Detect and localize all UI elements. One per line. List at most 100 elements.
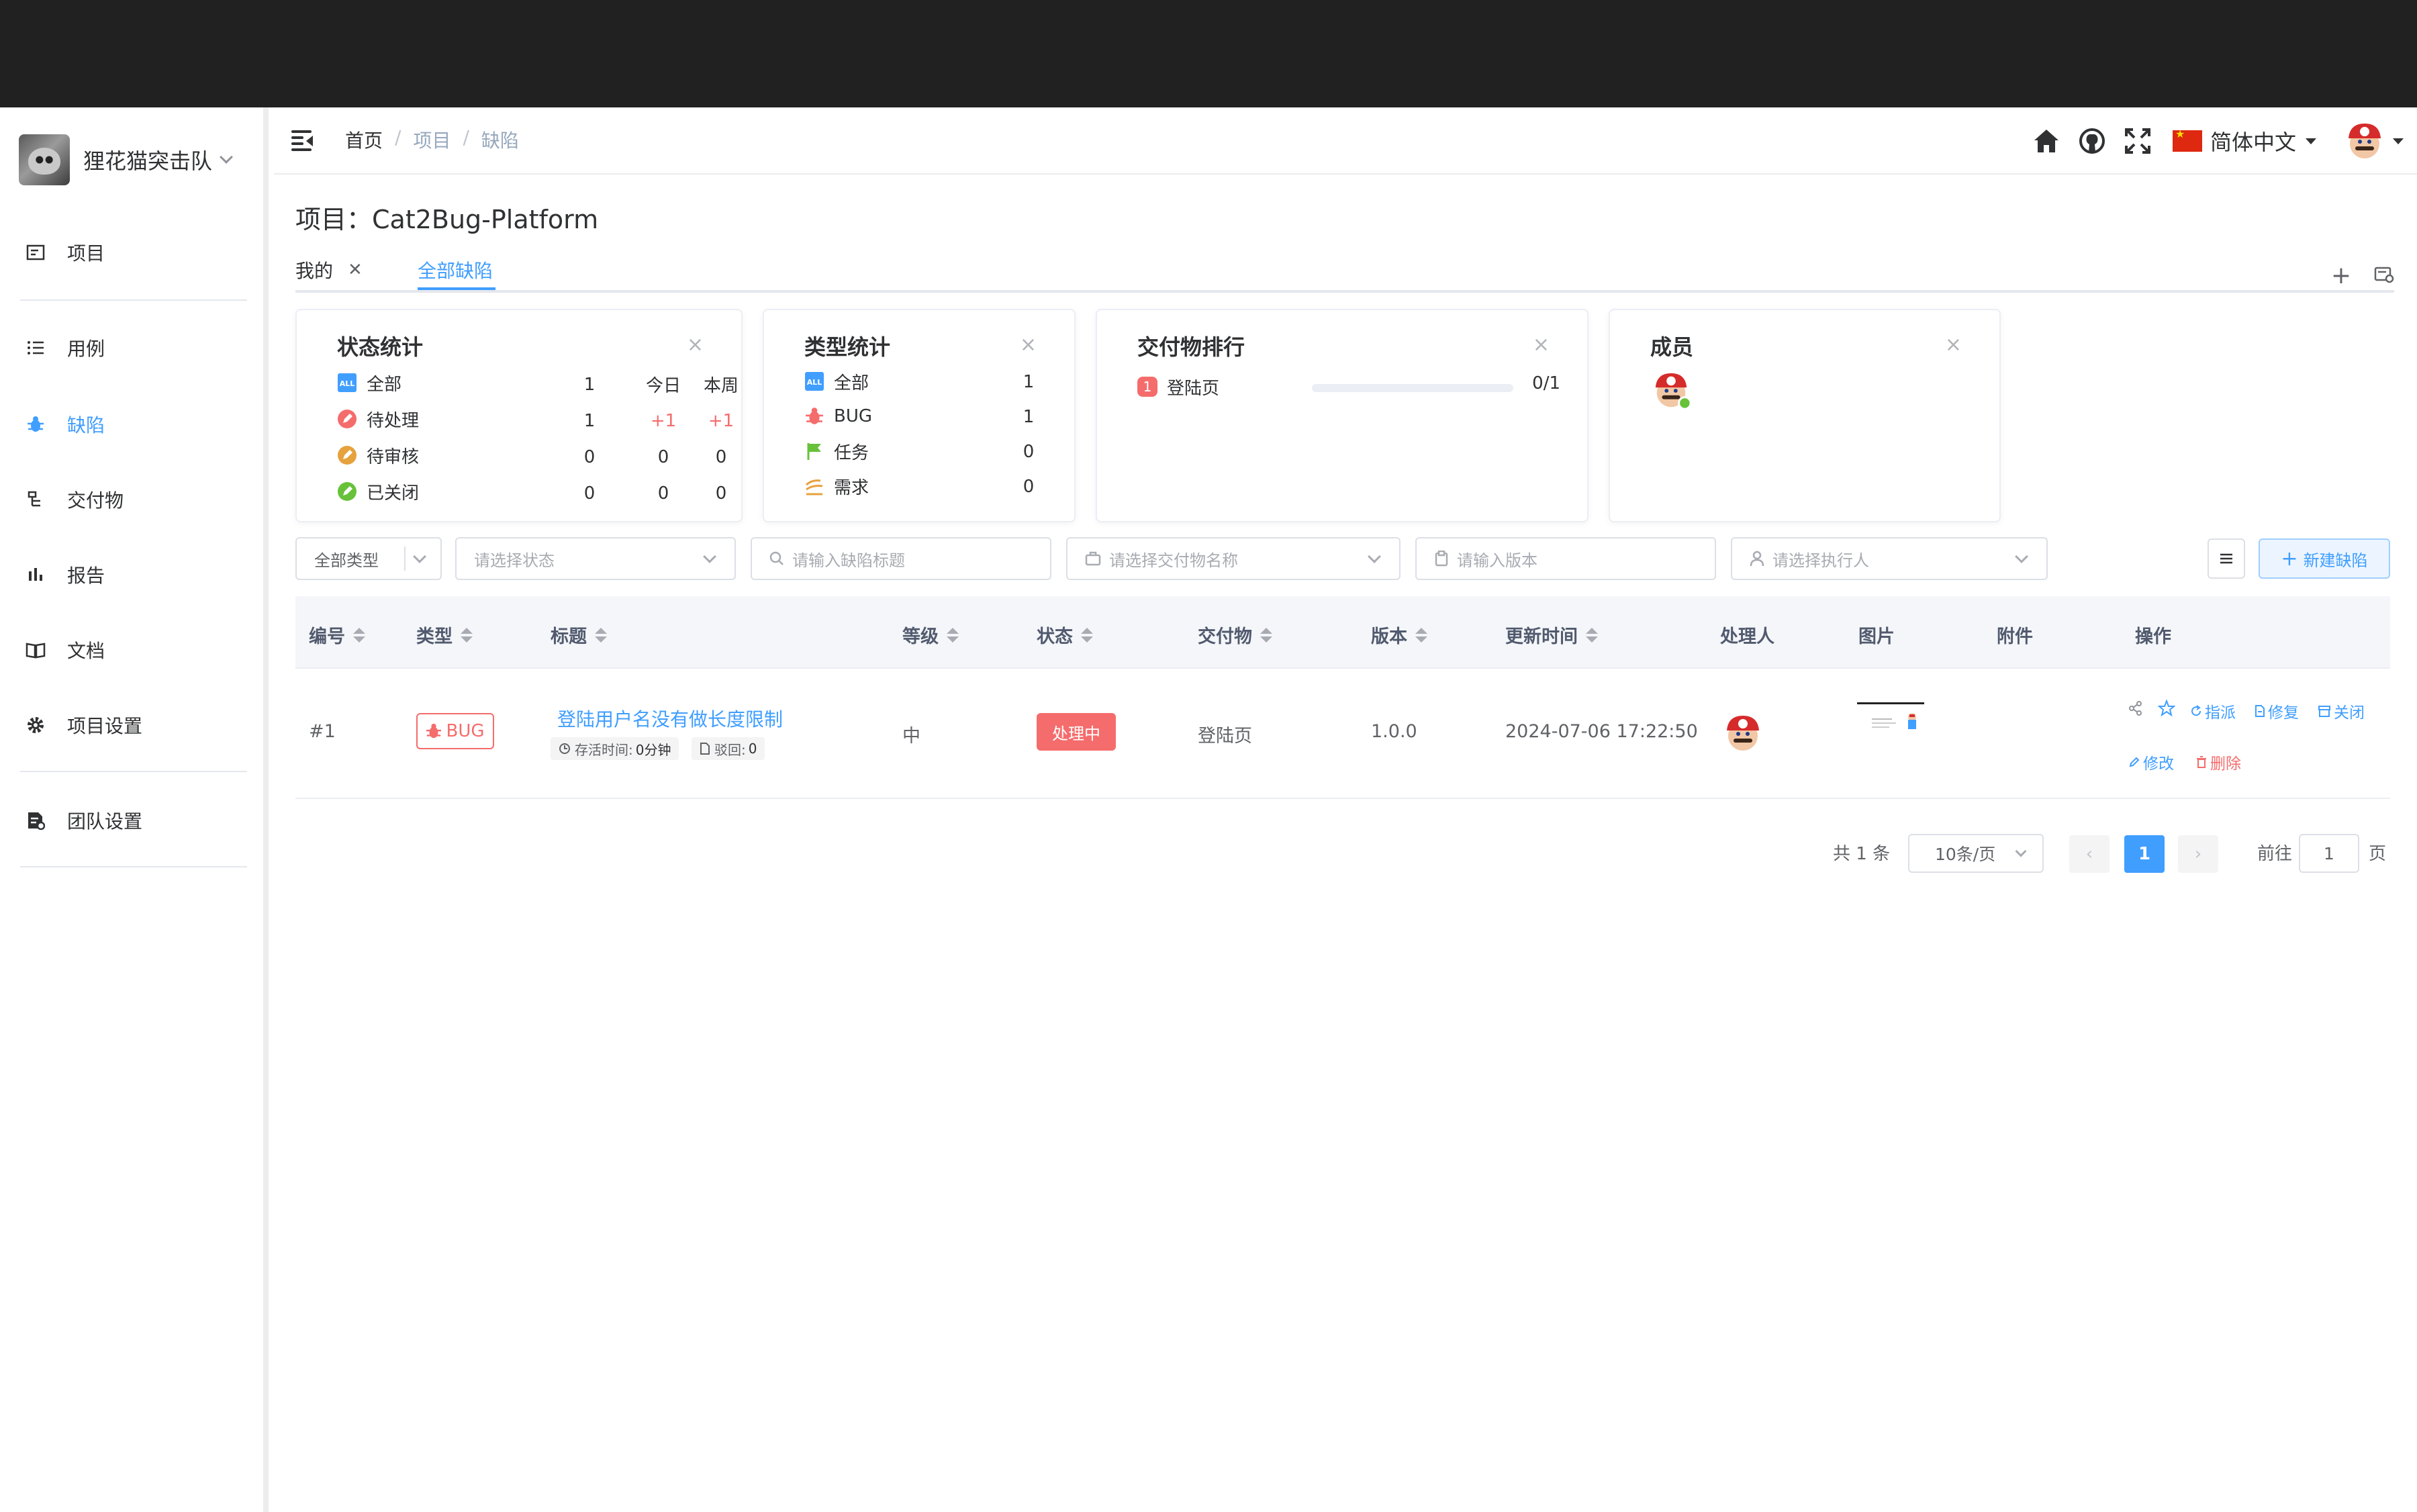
close-bug-button[interactable]: 关闭 bbox=[2318, 700, 2365, 722]
tab-label: 全部缺陷 bbox=[418, 260, 493, 282]
column-header-assignee: 处理人 bbox=[1720, 626, 1774, 647]
input-placeholder: 请输入缺陷标题 bbox=[792, 551, 905, 570]
type-label: BUG bbox=[834, 406, 873, 426]
assignee-select[interactable]: 请选择执行人 bbox=[1731, 537, 2048, 580]
sort-icon[interactable] bbox=[1260, 627, 1272, 643]
sort-icon[interactable] bbox=[1586, 627, 1598, 643]
sidebar-item-label: 用例 bbox=[67, 338, 105, 360]
breadcrumb-project[interactable]: 项目 bbox=[413, 126, 451, 153]
bug-title-link[interactable]: 登陆用户名没有做长度限制 bbox=[557, 705, 783, 732]
column-header-type[interactable]: 类型 bbox=[416, 622, 473, 648]
sort-icon[interactable] bbox=[353, 627, 365, 643]
status-select[interactable]: 请选择状态 bbox=[455, 537, 736, 580]
type-tag-label: BUG bbox=[446, 721, 485, 741]
assign-button[interactable]: 指派 bbox=[2190, 700, 2236, 722]
column-header-deliverable[interactable]: 交付物 bbox=[1198, 622, 1272, 648]
close-icon[interactable]: × bbox=[1020, 333, 1037, 357]
deliverable-ranking-card: 交付物排行 × 1 登陆页 0/1 bbox=[1096, 309, 1589, 522]
bug-icon bbox=[426, 723, 442, 739]
document-icon bbox=[2255, 705, 2265, 717]
type-label: 需求 bbox=[834, 477, 869, 498]
deliverable-rank-item[interactable]: 1 登陆页 bbox=[1137, 373, 1219, 400]
fix-button[interactable]: 修复 bbox=[2255, 700, 2299, 722]
status-total: 0 bbox=[583, 447, 596, 467]
tab-bar: 我的 ✕ 全部缺陷 + bbox=[295, 252, 2394, 293]
user-avatar[interactable] bbox=[2343, 120, 2386, 162]
column-header-updated[interactable]: 更新时间 bbox=[1505, 622, 1598, 648]
tab-settings-icon[interactable] bbox=[2374, 266, 2394, 286]
sidebar-item-label: 项目设置 bbox=[67, 715, 143, 737]
window-top-bar bbox=[0, 0, 2417, 107]
goto-prefix: 前往 bbox=[2257, 843, 2293, 864]
card-title: 成员 bbox=[1650, 334, 1694, 360]
bug-screenshot-thumbnail[interactable] bbox=[1857, 702, 1924, 740]
team-switcher[interactable]: 狸花猫突击队 bbox=[19, 134, 260, 185]
sort-icon[interactable] bbox=[461, 627, 473, 643]
page-size-select[interactable]: 10条/页 bbox=[1908, 834, 2044, 873]
share-icon[interactable] bbox=[2128, 701, 2143, 716]
star-icon[interactable] bbox=[2158, 700, 2175, 717]
column-header-status[interactable]: 状态 bbox=[1037, 622, 1093, 648]
goto-page-input[interactable]: 1 bbox=[2299, 834, 2359, 873]
close-icon[interactable]: × bbox=[687, 333, 704, 357]
breadcrumb-current: 缺陷 bbox=[481, 130, 519, 152]
sidebar-item-deliverables[interactable]: 交付物 bbox=[0, 475, 269, 524]
current-page-button[interactable]: 1 bbox=[2124, 835, 2165, 873]
col-header-week: 本周 bbox=[703, 376, 739, 396]
member-avatar[interactable] bbox=[1650, 369, 1692, 411]
select-placeholder: 请选择执行人 bbox=[1772, 551, 1869, 570]
input-placeholder: 请输入版本 bbox=[1457, 551, 1537, 570]
sidebar-item-team-settings[interactable]: 团队设置 bbox=[0, 796, 269, 845]
github-icon[interactable] bbox=[2077, 126, 2107, 156]
gear-icon bbox=[26, 715, 46, 735]
deliverable-select[interactable]: 请选择交付物名称 bbox=[1066, 537, 1401, 580]
delete-button[interactable]: 删除 bbox=[2195, 751, 2241, 773]
tab-mine[interactable]: 我的 ✕ bbox=[295, 256, 363, 283]
breadcrumb-home[interactable]: 首页 bbox=[345, 126, 383, 153]
home-icon[interactable] bbox=[2032, 126, 2061, 156]
next-page-button[interactable]: › bbox=[2178, 835, 2218, 873]
sidebar-item-bugs[interactable]: 缺陷 bbox=[0, 400, 269, 448]
status-today: +1 bbox=[650, 411, 677, 431]
bug-title-search-input[interactable]: 请输入缺陷标题 bbox=[751, 537, 1051, 580]
close-icon[interactable]: × bbox=[1533, 333, 1550, 357]
button-label: 新建缺陷 bbox=[2303, 551, 2368, 570]
sidebar-item-project[interactable]: 项目 bbox=[0, 228, 269, 277]
case-list-icon bbox=[26, 338, 46, 358]
sidebar-item-docs[interactable]: 文档 bbox=[0, 626, 269, 674]
close-icon[interactable]: × bbox=[1945, 333, 1962, 357]
column-header-version[interactable]: 版本 bbox=[1371, 622, 1427, 648]
chevron-down-icon bbox=[2015, 550, 2028, 563]
column-header-id[interactable]: 编号 bbox=[309, 622, 365, 648]
bug-type-select[interactable]: 全部类型 bbox=[295, 537, 442, 580]
sidebar-item-reports[interactable]: 报告 bbox=[0, 551, 269, 599]
fullscreen-icon[interactable] bbox=[2123, 126, 2152, 156]
sort-icon[interactable] bbox=[1081, 627, 1093, 643]
version-input[interactable]: 请输入版本 bbox=[1415, 537, 1716, 580]
sidebar-item-cases[interactable]: 用例 bbox=[0, 324, 269, 372]
close-icon[interactable]: ✕ bbox=[348, 260, 363, 280]
column-settings-button[interactable] bbox=[2208, 538, 2245, 579]
status-stats-card: 状态统计 × 今日 本周 ALL 全部 1 待处理 1 +1 +1 待审核 0 … bbox=[295, 309, 743, 522]
sort-icon[interactable] bbox=[595, 627, 607, 643]
sidebar-item-project-settings[interactable]: 项目设置 bbox=[0, 701, 269, 749]
sort-icon[interactable] bbox=[1415, 627, 1427, 643]
column-header-level[interactable]: 等级 bbox=[902, 622, 959, 648]
pagination-total: 共 1 条 bbox=[1833, 843, 1891, 864]
language-selector[interactable]: 简体中文 bbox=[2210, 126, 2296, 156]
sort-icon[interactable] bbox=[947, 627, 959, 643]
bug-updated-time: 2024-07-06 17:22:50 bbox=[1505, 721, 1698, 742]
prev-page-button[interactable]: ‹ bbox=[2069, 835, 2110, 873]
status-total: 0 bbox=[583, 483, 596, 504]
team-name: 狸花猫突击队 bbox=[83, 148, 213, 174]
add-tab-icon[interactable]: + bbox=[2331, 262, 2351, 289]
table-row[interactable]: #1 BUG 登陆用户名没有做长度限制 存活时间: 0分钟 驳回: 0 中 处理… bbox=[295, 669, 2390, 799]
new-bug-button[interactable]: + 新建缺陷 bbox=[2259, 538, 2390, 579]
edit-button[interactable]: 修改 bbox=[2128, 751, 2174, 773]
hamburger-menu-icon[interactable] bbox=[291, 130, 314, 151]
all-icon: ALL bbox=[337, 373, 357, 393]
column-header-title[interactable]: 标题 bbox=[551, 622, 607, 648]
book-icon bbox=[26, 640, 46, 660]
status-week: 0 bbox=[715, 483, 727, 504]
tab-all-bugs[interactable]: 全部缺陷 bbox=[418, 256, 493, 283]
